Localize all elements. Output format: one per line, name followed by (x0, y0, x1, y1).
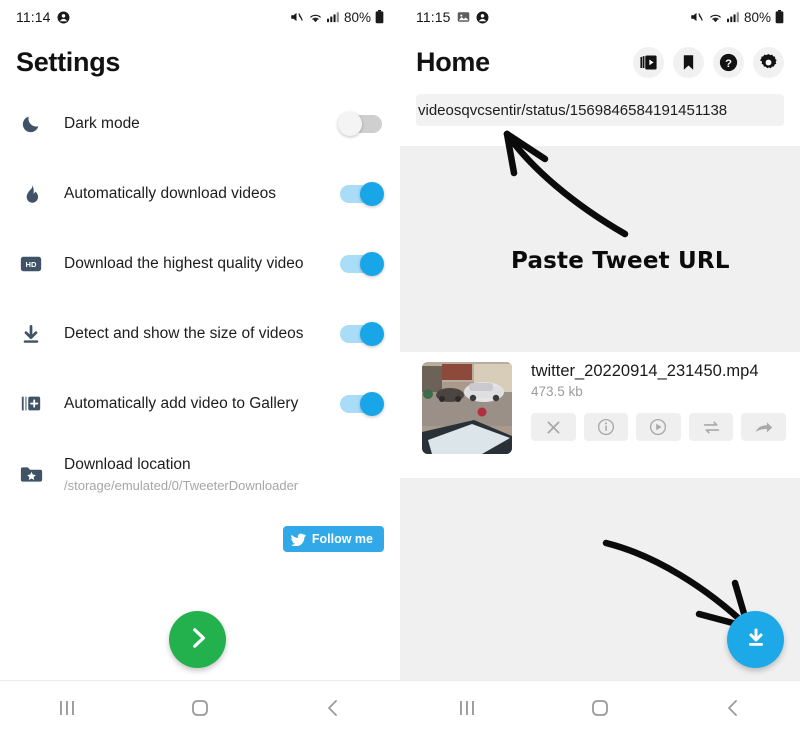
close-icon[interactable] (531, 413, 576, 441)
mute-icon (289, 10, 304, 24)
settings-header: Settings (0, 34, 400, 90)
setting-row-detect-size[interactable]: Detect and show the size of videos (0, 310, 400, 358)
battery-icon (375, 10, 384, 24)
play-icon[interactable] (636, 413, 681, 441)
svg-text:?: ? (725, 57, 732, 69)
setting-label: Download the highest quality video (64, 254, 304, 272)
status-bar-right: 11:15 80% (400, 0, 800, 34)
page-title: Home (416, 46, 490, 77)
download-fab-button[interactable] (727, 611, 784, 668)
page-title: Settings (16, 46, 121, 77)
setting-label: Download location (64, 456, 191, 474)
next-fab-button[interactable] (169, 611, 226, 668)
video-file-name: twitter_20220914_231450.mp4 (531, 362, 759, 380)
moon-icon (16, 113, 46, 135)
content-area: Paste Tweet URL twitter_20220914_231450.… (400, 130, 800, 680)
retry-icon[interactable] (688, 413, 734, 441)
url-input-value: videosqvcsentir/status/15698465841914511… (418, 101, 728, 119)
image-icon (457, 11, 470, 23)
profile-icon (57, 11, 70, 24)
header-actions: ? (633, 46, 784, 78)
dual-screenshot: 11:14 80% Settings Dark mode Automatical… (0, 0, 800, 734)
wifi-icon (708, 11, 723, 24)
video-card-body: twitter_20220914_231450.mp4 473.5 kb (512, 362, 786, 468)
signal-icon (326, 11, 339, 23)
svg-text:HD: HD (26, 260, 37, 269)
help-icon[interactable]: ? (713, 46, 744, 78)
folder-star-icon (16, 465, 46, 484)
navigation-bar-right (400, 680, 800, 734)
status-time: 11:14 (16, 9, 51, 25)
setting-label: Automatically add video to Gallery (64, 394, 299, 412)
hd-icon: HD (16, 255, 46, 273)
toggle-highest-quality[interactable] (340, 252, 384, 276)
settings-screen: 11:14 80% Settings Dark mode Automatical… (0, 0, 400, 734)
follow-row: Follow me (0, 520, 400, 552)
url-input[interactable]: videosqvcsentir/status/15698465841914511… (416, 94, 784, 126)
download-location-path: /storage/emulated/0/TweeterDownloader (64, 477, 299, 493)
home-header: Home ? (400, 34, 800, 90)
status-bar-left: 11:14 80% (0, 0, 400, 34)
toggle-dark-mode[interactable] (338, 112, 382, 136)
follow-me-button[interactable]: Follow me (282, 526, 384, 552)
signal-icon (726, 11, 739, 23)
settings-list: Dark mode Automatically download videos … (0, 90, 400, 498)
video-thumbnail[interactable] (422, 362, 512, 454)
paste-url-arrow-annotation (503, 130, 629, 238)
follow-me-label: Follow me (311, 532, 373, 546)
setting-label: Dark mode (64, 114, 140, 132)
setting-label: Detect and show the size of videos (64, 324, 304, 342)
gear-icon[interactable] (753, 46, 784, 78)
video-result-card[interactable]: twitter_20220914_231450.mp4 473.5 kb (400, 352, 800, 478)
profile-icon (476, 11, 489, 24)
recents-icon[interactable] (32, 688, 102, 728)
home-icon[interactable] (565, 688, 635, 728)
twitter-bird-icon (290, 533, 306, 546)
paste-url-annotation-label: Paste Tweet URL (511, 248, 730, 274)
home-icon[interactable] (165, 688, 235, 728)
battery-percent: 80% (743, 9, 771, 25)
video-file-size: 473.5 kb (531, 384, 583, 399)
video-card-actions (531, 413, 786, 441)
setting-row-add-to-gallery[interactable]: Automatically add video to Gallery (0, 380, 400, 428)
info-icon[interactable] (583, 413, 629, 441)
add-to-gallery-icon (16, 393, 46, 415)
setting-row-download-location[interactable]: Download location /storage/emulated/0/Tw… (0, 450, 400, 498)
bookmark-icon[interactable] (673, 46, 704, 78)
back-icon[interactable] (298, 688, 368, 728)
video-library-icon[interactable] (633, 46, 664, 78)
flame-icon (16, 183, 46, 205)
status-time: 11:15 (416, 9, 451, 25)
battery-icon (775, 10, 784, 24)
url-input-wrap: videosqvcsentir/status/15698465841914511… (400, 90, 800, 136)
chevron-right-icon (185, 625, 211, 654)
download-icon (744, 626, 768, 653)
back-icon[interactable] (698, 688, 768, 728)
toggle-detect-size[interactable] (340, 322, 384, 346)
setting-row-highest-quality[interactable]: HD Download the highest quality video (0, 240, 400, 288)
mute-icon (689, 10, 704, 24)
home-screen: 11:15 80% Home ? videosqvcsentir/status/… (400, 0, 800, 734)
battery-percent: 80% (343, 9, 371, 25)
navigation-bar-left (0, 680, 400, 734)
toggle-add-to-gallery[interactable] (340, 392, 384, 416)
setting-row-auto-download[interactable]: Automatically download videos (0, 170, 400, 218)
wifi-icon (308, 11, 323, 24)
setting-row-dark-mode[interactable]: Dark mode (0, 100, 400, 148)
recents-icon[interactable] (432, 688, 502, 728)
share-icon[interactable] (741, 413, 786, 441)
setting-label: Automatically download videos (64, 184, 276, 202)
download-icon (16, 324, 46, 345)
toggle-auto-download[interactable] (340, 182, 384, 206)
